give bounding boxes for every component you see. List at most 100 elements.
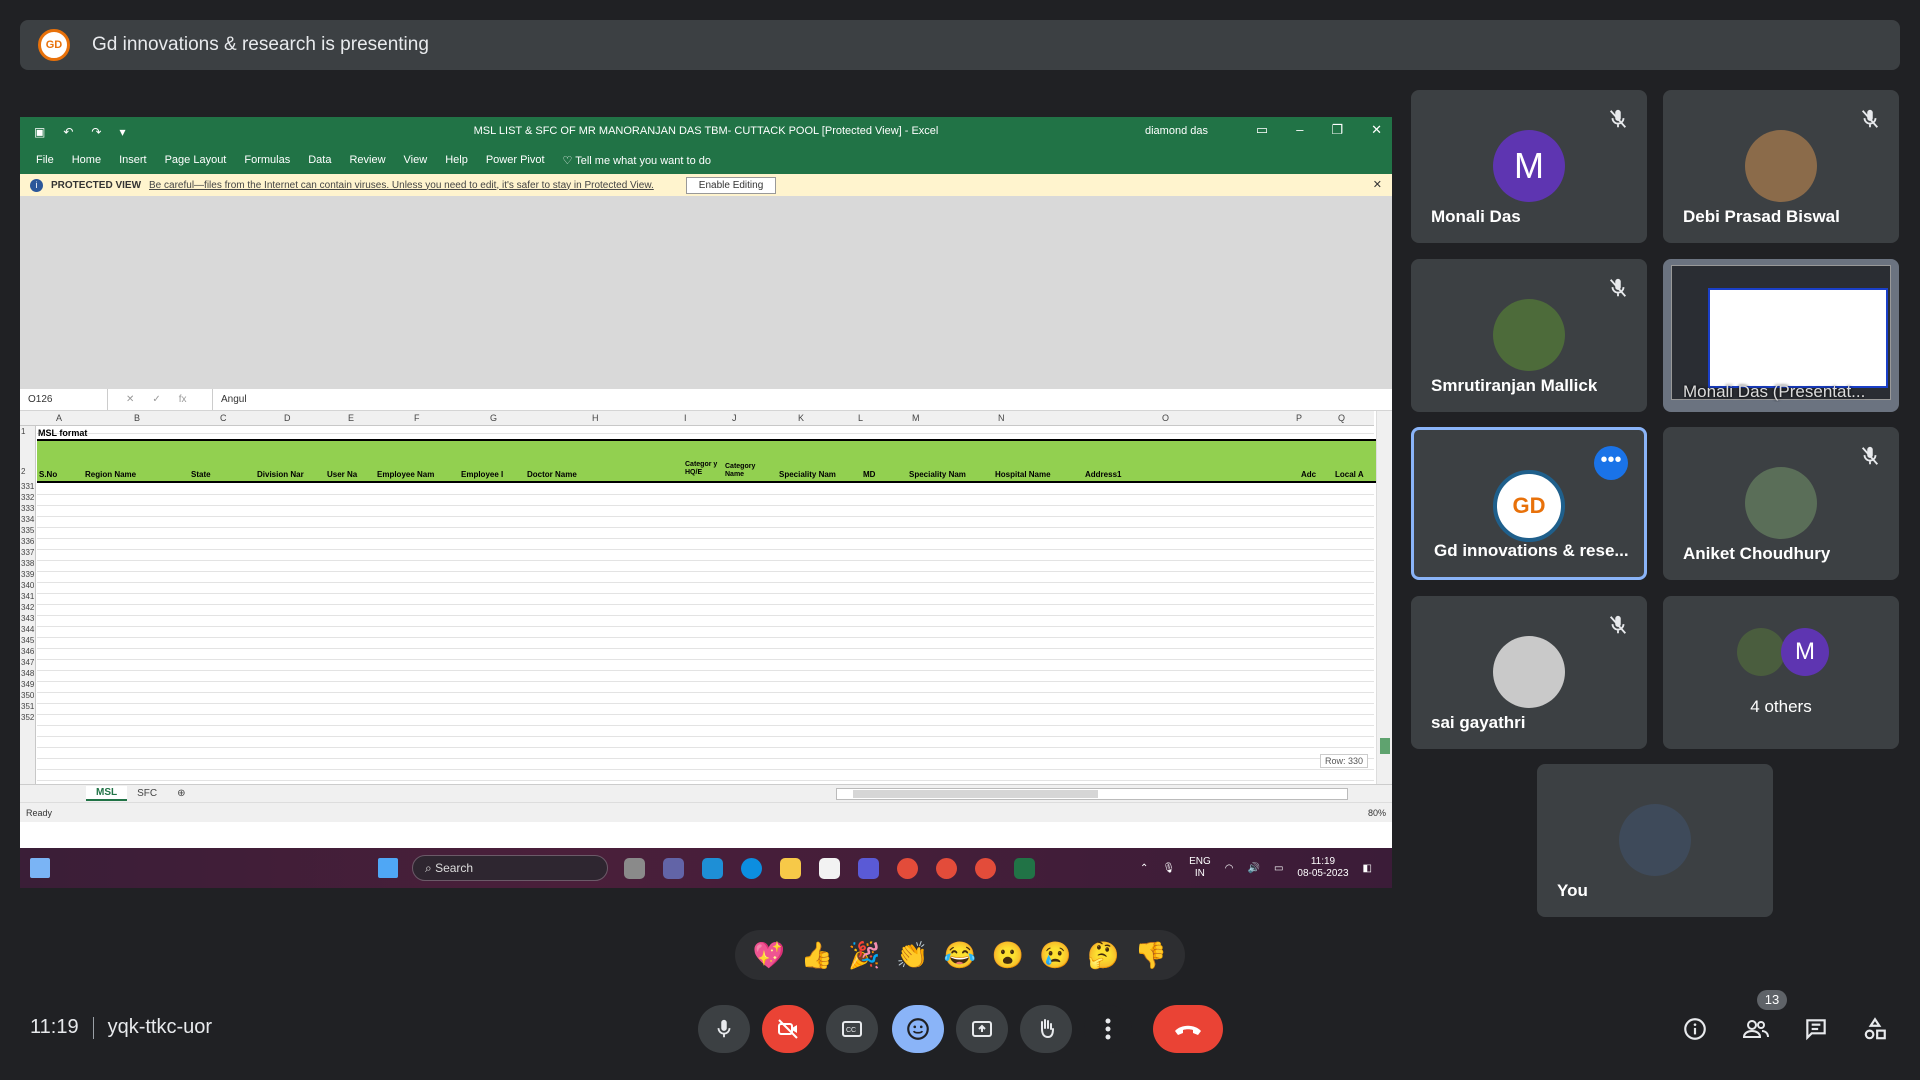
raise-hand-button[interactable] [1020, 1005, 1072, 1053]
enable-editing-button: Enable Editing [685, 176, 777, 194]
participant-tile-sai-gayathri[interactable]: sai gayathri [1411, 596, 1647, 749]
row-number: 347 [21, 658, 35, 667]
reactions-bar: 💖 👍 🎉 👏 😂 😮 😢 🤔 👎 [735, 930, 1185, 980]
col-header: C [220, 413, 227, 423]
reaction-laugh[interactable]: 😂 [944, 940, 976, 971]
row-number: 343 [21, 614, 35, 623]
hscroll-thumb [852, 789, 1098, 798]
activities-button[interactable] [1858, 1012, 1892, 1046]
col-header: B [134, 413, 141, 423]
reaction-thumbs-up[interactable]: 👍 [800, 940, 832, 971]
participant-tile-others[interactable]: M 4 others [1663, 596, 1899, 749]
clock: 11:19 08-05-2023 [1297, 856, 1348, 880]
vertical-scrollbar [1376, 411, 1392, 784]
menu-home: Home [71, 154, 102, 166]
header-row: S.No Region Name State Division Nar User… [37, 439, 1392, 483]
tell-me-label: Tell me what you want to do [575, 154, 711, 167]
people-button[interactable] [1739, 1012, 1773, 1046]
col-header: H [592, 413, 599, 423]
col-header: M [912, 413, 920, 423]
microphone-button[interactable] [698, 1005, 750, 1053]
notification-icon: ◧ [1362, 862, 1372, 874]
col-header: L [858, 413, 864, 423]
reactions-button[interactable] [892, 1005, 944, 1053]
screen-thumbnail [1671, 265, 1891, 400]
col-header: J [732, 413, 737, 423]
col-header: D [284, 413, 291, 423]
row-number: 346 [21, 647, 35, 656]
col-header: O [1162, 413, 1170, 423]
col-header: A [56, 413, 63, 423]
header-cell: Category Name [725, 463, 756, 478]
header-cell: Employee Nam [377, 470, 435, 479]
leave-call-button[interactable] [1153, 1005, 1223, 1053]
more-vert-icon [1105, 1018, 1111, 1040]
participant-tile-smrutiranjan-mallick[interactable]: Smrutiranjan Mallick [1411, 259, 1647, 412]
reaction-thumbs-down[interactable]: 👎 [1135, 940, 1167, 971]
minimize-icon: – [1296, 122, 1304, 137]
store-icon [819, 857, 840, 879]
excel-statusbar: Ready 80% [20, 802, 1392, 822]
shared-screen: ▣ ↶ ↷ ▾ MSL LIST & SFC OF MR MANORANJAN … [20, 117, 1392, 888]
protected-view-bar: i PROTECTED VIEW Be careful—files from t… [20, 174, 1392, 196]
formula-bar: O126 ✕ ✓ fx Angul [20, 389, 1392, 411]
camera-off-button[interactable] [762, 1005, 814, 1053]
present-screen-button[interactable] [956, 1005, 1008, 1053]
widgets-icon [30, 858, 50, 878]
thumbnail-window [1708, 288, 1888, 388]
row-number: 2 [21, 467, 26, 476]
participant-tile-monali-das[interactable]: M Monali Das [1411, 90, 1647, 243]
col-header: I [684, 413, 687, 423]
header-cell: Adc [1301, 470, 1317, 479]
reaction-sad[interactable]: 😢 [1039, 940, 1071, 971]
header-cell: Hospital Name [995, 470, 1051, 479]
more-options-icon[interactable]: ••• [1594, 446, 1628, 480]
menu-formulas: Formulas [244, 154, 291, 166]
function-icon: fx [178, 394, 187, 405]
participant-name: You [1557, 881, 1588, 900]
meeting-info: 11:19 yqk-ttkc-uor [30, 1016, 212, 1039]
row-number: 349 [21, 680, 35, 689]
participant-tile-you[interactable]: You [1537, 764, 1773, 917]
participant-tile-debi-prasad-biswal[interactable]: Debi Prasad Biswal [1663, 90, 1899, 243]
menu-file: File [36, 154, 54, 166]
avatar-logo: GD [1493, 470, 1565, 542]
chat-button[interactable] [1799, 1012, 1833, 1046]
row-number: 342 [21, 603, 35, 612]
participant-tile-monali-das-presentation[interactable]: Monali Das (Presentat... [1663, 259, 1899, 412]
participant-tile-aniket-choudhury[interactable]: Aniket Choudhury [1663, 427, 1899, 580]
column-headers: A B C D E F G H I J K L M N O P Q [20, 411, 1374, 426]
ribbon-display-icon: ▭ [1255, 122, 1269, 137]
reaction-heart[interactable]: 💖 [753, 940, 785, 971]
mic-off-icon [1861, 446, 1879, 465]
header-cell: Region Name [85, 470, 137, 479]
reaction-thinking[interactable]: 🤔 [1087, 940, 1119, 971]
row-headers: 1 2 331 332 333 334 335 336 337 338 339 … [20, 426, 36, 784]
avatar: M [1493, 130, 1565, 202]
reaction-surprised[interactable]: 😮 [992, 940, 1024, 971]
avatar-photo [1493, 299, 1565, 371]
col-header: Q [1338, 413, 1346, 423]
header-cell: Local A [1335, 470, 1364, 479]
participant-tile-gd-innovations[interactable]: GD ••• Gd innovations & rese... [1411, 427, 1647, 580]
excel-icon [1014, 857, 1035, 879]
teams-icon [663, 857, 684, 879]
excel-titlebar: ▣ ↶ ↷ ▾ MSL LIST & SFC OF MR MANORANJAN … [20, 117, 1392, 146]
reaction-party[interactable]: 🎉 [848, 940, 880, 971]
chrome-icon [897, 857, 918, 879]
more-options-button[interactable] [1084, 1005, 1132, 1053]
participant-name: Monali Das (Presentat... [1683, 382, 1866, 401]
meeting-details-button[interactable] [1678, 1012, 1712, 1046]
participant-name: Monali Das [1431, 207, 1521, 226]
avatar-photo [1619, 804, 1691, 876]
cortana-icon [741, 857, 762, 879]
participant-name: Gd innovations & rese... [1434, 541, 1629, 560]
row-tooltip: Row: 330 [1319, 754, 1368, 768]
captions-button[interactable]: CC [826, 1005, 878, 1053]
people-icon [1742, 1020, 1769, 1038]
status-text: Ready [26, 807, 53, 818]
reaction-clap[interactable]: 👏 [896, 940, 928, 971]
activities-icon [1864, 1017, 1886, 1040]
people-count-badge: 13 [1757, 990, 1787, 1010]
lang-region: IN [1194, 868, 1205, 879]
